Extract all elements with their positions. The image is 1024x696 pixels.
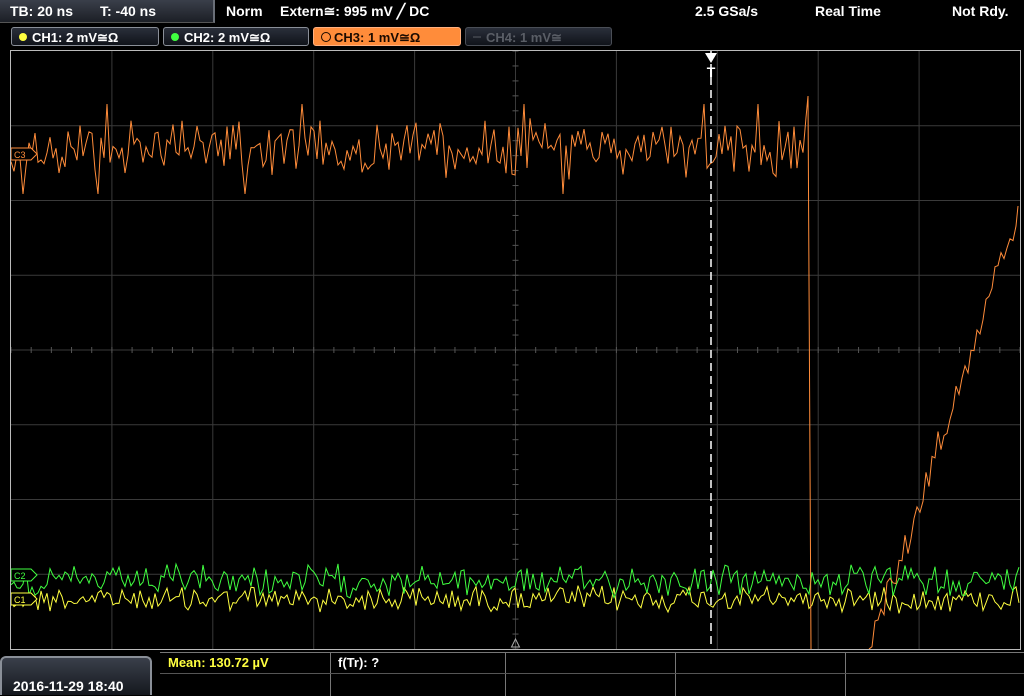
frequency-measurement[interactable]: f(Tr): ? (338, 655, 379, 670)
trigger-time-label: T: -40 ns (100, 3, 157, 19)
waveform-display[interactable]: T C3 C2 C1 (10, 50, 1021, 650)
datetime-label: 2016-11-29 18:40 (13, 678, 124, 694)
channel-4-label: CH4: 1 mV≅ (486, 30, 562, 45)
measurement-panel: Mean: 130.72 µV f(Tr): ? (160, 652, 1024, 696)
channel-2-label: CH2: 2 mV≅Ω (184, 30, 271, 45)
trigger-arrow-icon (705, 53, 717, 63)
ch1-level-marker-label: C1 (14, 595, 26, 605)
trigger-marker-label: T (707, 64, 716, 80)
timebase-label: TB: 20 ns (10, 3, 74, 19)
waveform-canvas: T C3 C2 C1 (11, 51, 1020, 649)
channel-4-indicator-icon (473, 36, 481, 38)
ch3-trace (11, 95, 812, 649)
ch3-level-marker-label: C3 (14, 150, 26, 160)
trigger-source-label[interactable]: Extern≅: 995 mV ╱ DC (280, 3, 429, 20)
graticule (11, 51, 1020, 649)
status-label: Not Rdy. (952, 3, 1009, 19)
channel-3-indicator-icon (321, 32, 331, 42)
channel-2-button[interactable]: CH2: 2 mV≅Ω (163, 27, 309, 46)
top-info-bar: TB: 20 ns T: -40 ns Norm Extern≅: 995 mV… (0, 0, 1024, 24)
channel-1-button[interactable]: CH1: 2 mV≅Ω (11, 27, 159, 46)
sample-rate-label[interactable]: 2.5 GSa/s (695, 3, 758, 19)
channel-4-button[interactable]: CH4: 1 mV≅ (465, 27, 612, 46)
acquisition-mode-label[interactable]: Real Time (815, 3, 881, 19)
channel-3-label: CH3: 1 mV≅Ω (334, 30, 421, 45)
channel-3-button[interactable]: CH3: 1 mV≅Ω (313, 27, 461, 46)
timebase-panel[interactable]: TB: 20 ns T: -40 ns (0, 0, 215, 23)
status-bar: 2016-11-29 18:40 Mean: 130.72 µV f(Tr): … (0, 652, 1024, 696)
channel-2-indicator-icon (171, 33, 179, 41)
ch2-level-marker-label: C2 (14, 571, 26, 581)
datetime-panel: 2016-11-29 18:40 (0, 656, 152, 695)
channel-1-indicator-icon (19, 33, 27, 41)
channel-bar: CH1: 2 mV≅Ω CH2: 2 mV≅Ω CH3: 1 mV≅Ω CH4:… (0, 24, 1024, 50)
mean-measurement[interactable]: Mean: 130.72 µV (168, 655, 269, 670)
trigger-mode-label[interactable]: Norm (226, 3, 263, 19)
channel-1-label: CH1: 2 mV≅Ω (32, 30, 119, 45)
